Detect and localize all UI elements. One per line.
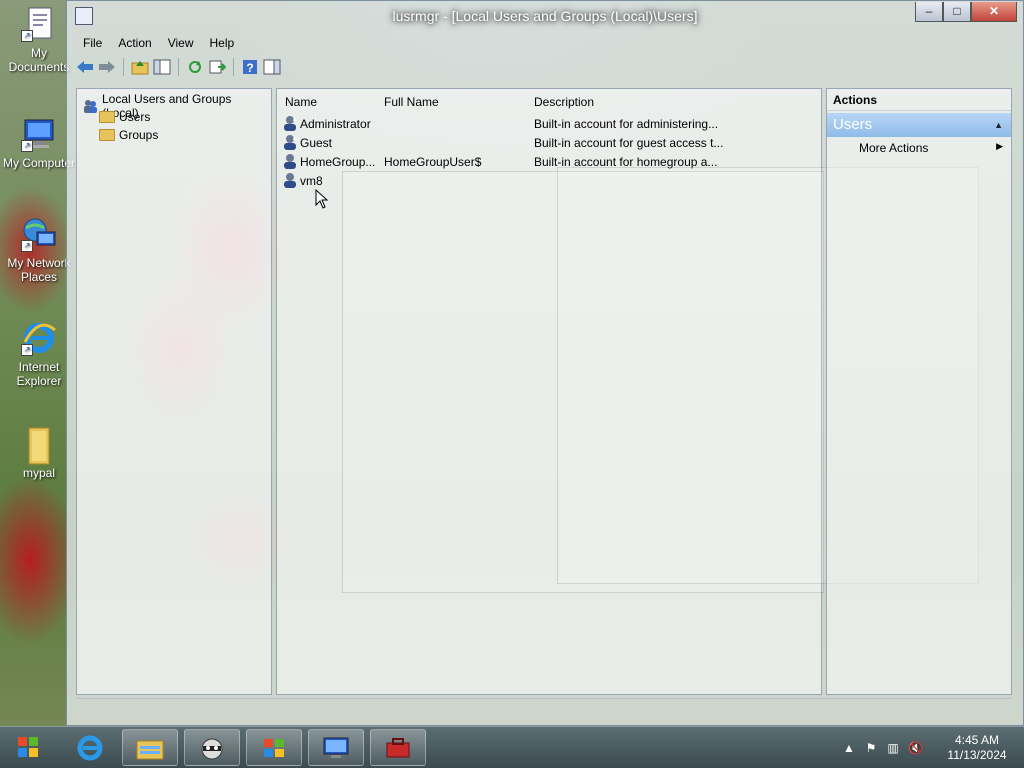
windows-flag-icon [264,738,284,757]
cell-description: Built-in account for guest access t... [534,136,724,150]
users-list: Name Full Name Description Administrator… [276,88,979,695]
collapse-triangle-icon[interactable]: ▲ [994,113,1003,137]
status-bar [76,698,1012,721]
computer-management-icon [323,737,349,758]
folder-icon [21,426,57,465]
help-icon[interactable]: ? [240,57,260,77]
internet-explorer-icon [77,735,103,760]
more-actions-item[interactable]: More Actions [859,141,928,155]
column-header-description[interactable]: Description [534,95,594,109]
folder-icon [99,129,115,141]
table-row[interactable]: Administrator Built-in account for admin… [277,114,823,133]
taskbar-explorer-button[interactable] [122,729,178,766]
clock[interactable]: 4:45 AM 11/13/2024 [936,733,1018,763]
toolbar-separator [178,58,179,76]
toolbar-separator [123,58,124,76]
taskbar-app-button[interactable] [308,729,364,766]
tree-item-label: Groups [119,128,159,142]
user-account-icon [282,115,298,131]
show-hidden-icons-icon[interactable]: ▲ [842,741,856,755]
taskbar-app-button[interactable] [370,729,426,766]
windows-logo-icon [18,737,38,757]
column-header-name[interactable]: Name [285,95,317,109]
submenu-arrow-icon: ▶ [996,141,1003,151]
my-documents-icon: ↗ [21,6,57,42]
network-places-icon: ↗ [21,216,57,252]
taskbar-ie-button[interactable] [62,729,118,766]
cell-name: Guest [300,136,333,150]
tree-item-users[interactable]: Users [99,110,150,124]
menu-view[interactable]: View [160,34,202,52]
folder-icon [99,111,115,123]
lusrmgr-window: lusrmgr - [Local Users and Groups (Local… [66,0,1024,726]
console-tree: Local Users and Groups (Local) Users Gro… [76,88,272,695]
my-computer-icon: ↗ [21,116,57,152]
taskbar-app-button[interactable] [246,729,302,766]
actions-header: Actions [827,89,1011,111]
menu-file[interactable]: File [75,34,110,52]
actions-section-label: Users [833,116,873,133]
user-account-icon [282,172,298,188]
toolbox-icon [386,737,410,757]
show-hide-tree-icon[interactable] [152,57,172,77]
mouse-cursor-icon [315,189,329,209]
clock-date: 11/13/2024 [947,748,1007,762]
column-header-full-name[interactable]: Full Name [384,95,439,109]
internet-explorer-icon: ↗ [21,320,57,356]
network-icon[interactable]: ▥ [886,741,900,755]
actions-pane: Actions Users ▲ More Actions ▶ [826,88,1012,695]
local-users-groups-icon [82,98,98,114]
forward-arrow-icon[interactable] [97,57,117,77]
svg-text:?: ? [246,61,253,75]
desktop-background: ↗ My Documents ↗ My Computer ↗ My Networ… [0,0,1024,768]
menu-help[interactable]: Help [202,34,243,52]
menu-action[interactable]: Action [110,34,159,52]
raccoon-app-icon [201,738,223,759]
system-tray: ▲ ⚑ ▥ 🔇 4:45 AM 11/13/2024 [834,727,1018,768]
close-button[interactable]: ✕ [971,2,1017,22]
user-account-icon [282,153,298,169]
cell-description: Built-in account for administering... [534,117,719,131]
title-bar[interactable]: lusrmgr - [Local Users and Groups (Local… [67,1,1023,31]
tree-item-label: Users [119,110,151,124]
menu-bar: File Action View Help [75,34,242,52]
action-center-flag-icon[interactable]: ⚑ [864,741,878,755]
taskbar: ▲ ⚑ ▥ 🔇 4:45 AM 11/13/2024 [0,726,1024,768]
volume-muted-icon[interactable]: 🔇 [908,741,923,755]
user-account-icon [282,134,298,150]
actions-section-users[interactable]: Users ▲ [827,113,1011,137]
cell-name: HomeGroup... [300,155,376,169]
cell-name: Administrator [300,117,371,131]
cell-full-name: HomeGroupUser$ [384,155,482,169]
tree-item-groups[interactable]: Groups [99,128,158,142]
toolbar: ? [75,56,282,78]
clock-time: 4:45 AM [954,733,1000,747]
file-explorer-icon [136,740,164,759]
toolbar-separator [233,58,234,76]
taskbar-app-button[interactable] [184,729,240,766]
export-list-icon[interactable] [207,57,227,77]
window-title: lusrmgr - [Local Users and Groups (Local… [392,8,698,24]
table-row[interactable]: Guest Built-in account for guest access … [277,133,823,152]
show-action-pane-icon[interactable] [262,57,282,77]
up-folder-icon[interactable] [130,57,150,77]
minimize-button[interactable]: ‒ [915,2,943,22]
start-button[interactable] [5,729,51,767]
maximize-button[interactable]: □ [943,2,971,22]
back-arrow-icon[interactable] [75,57,95,77]
refresh-icon[interactable] [185,57,205,77]
